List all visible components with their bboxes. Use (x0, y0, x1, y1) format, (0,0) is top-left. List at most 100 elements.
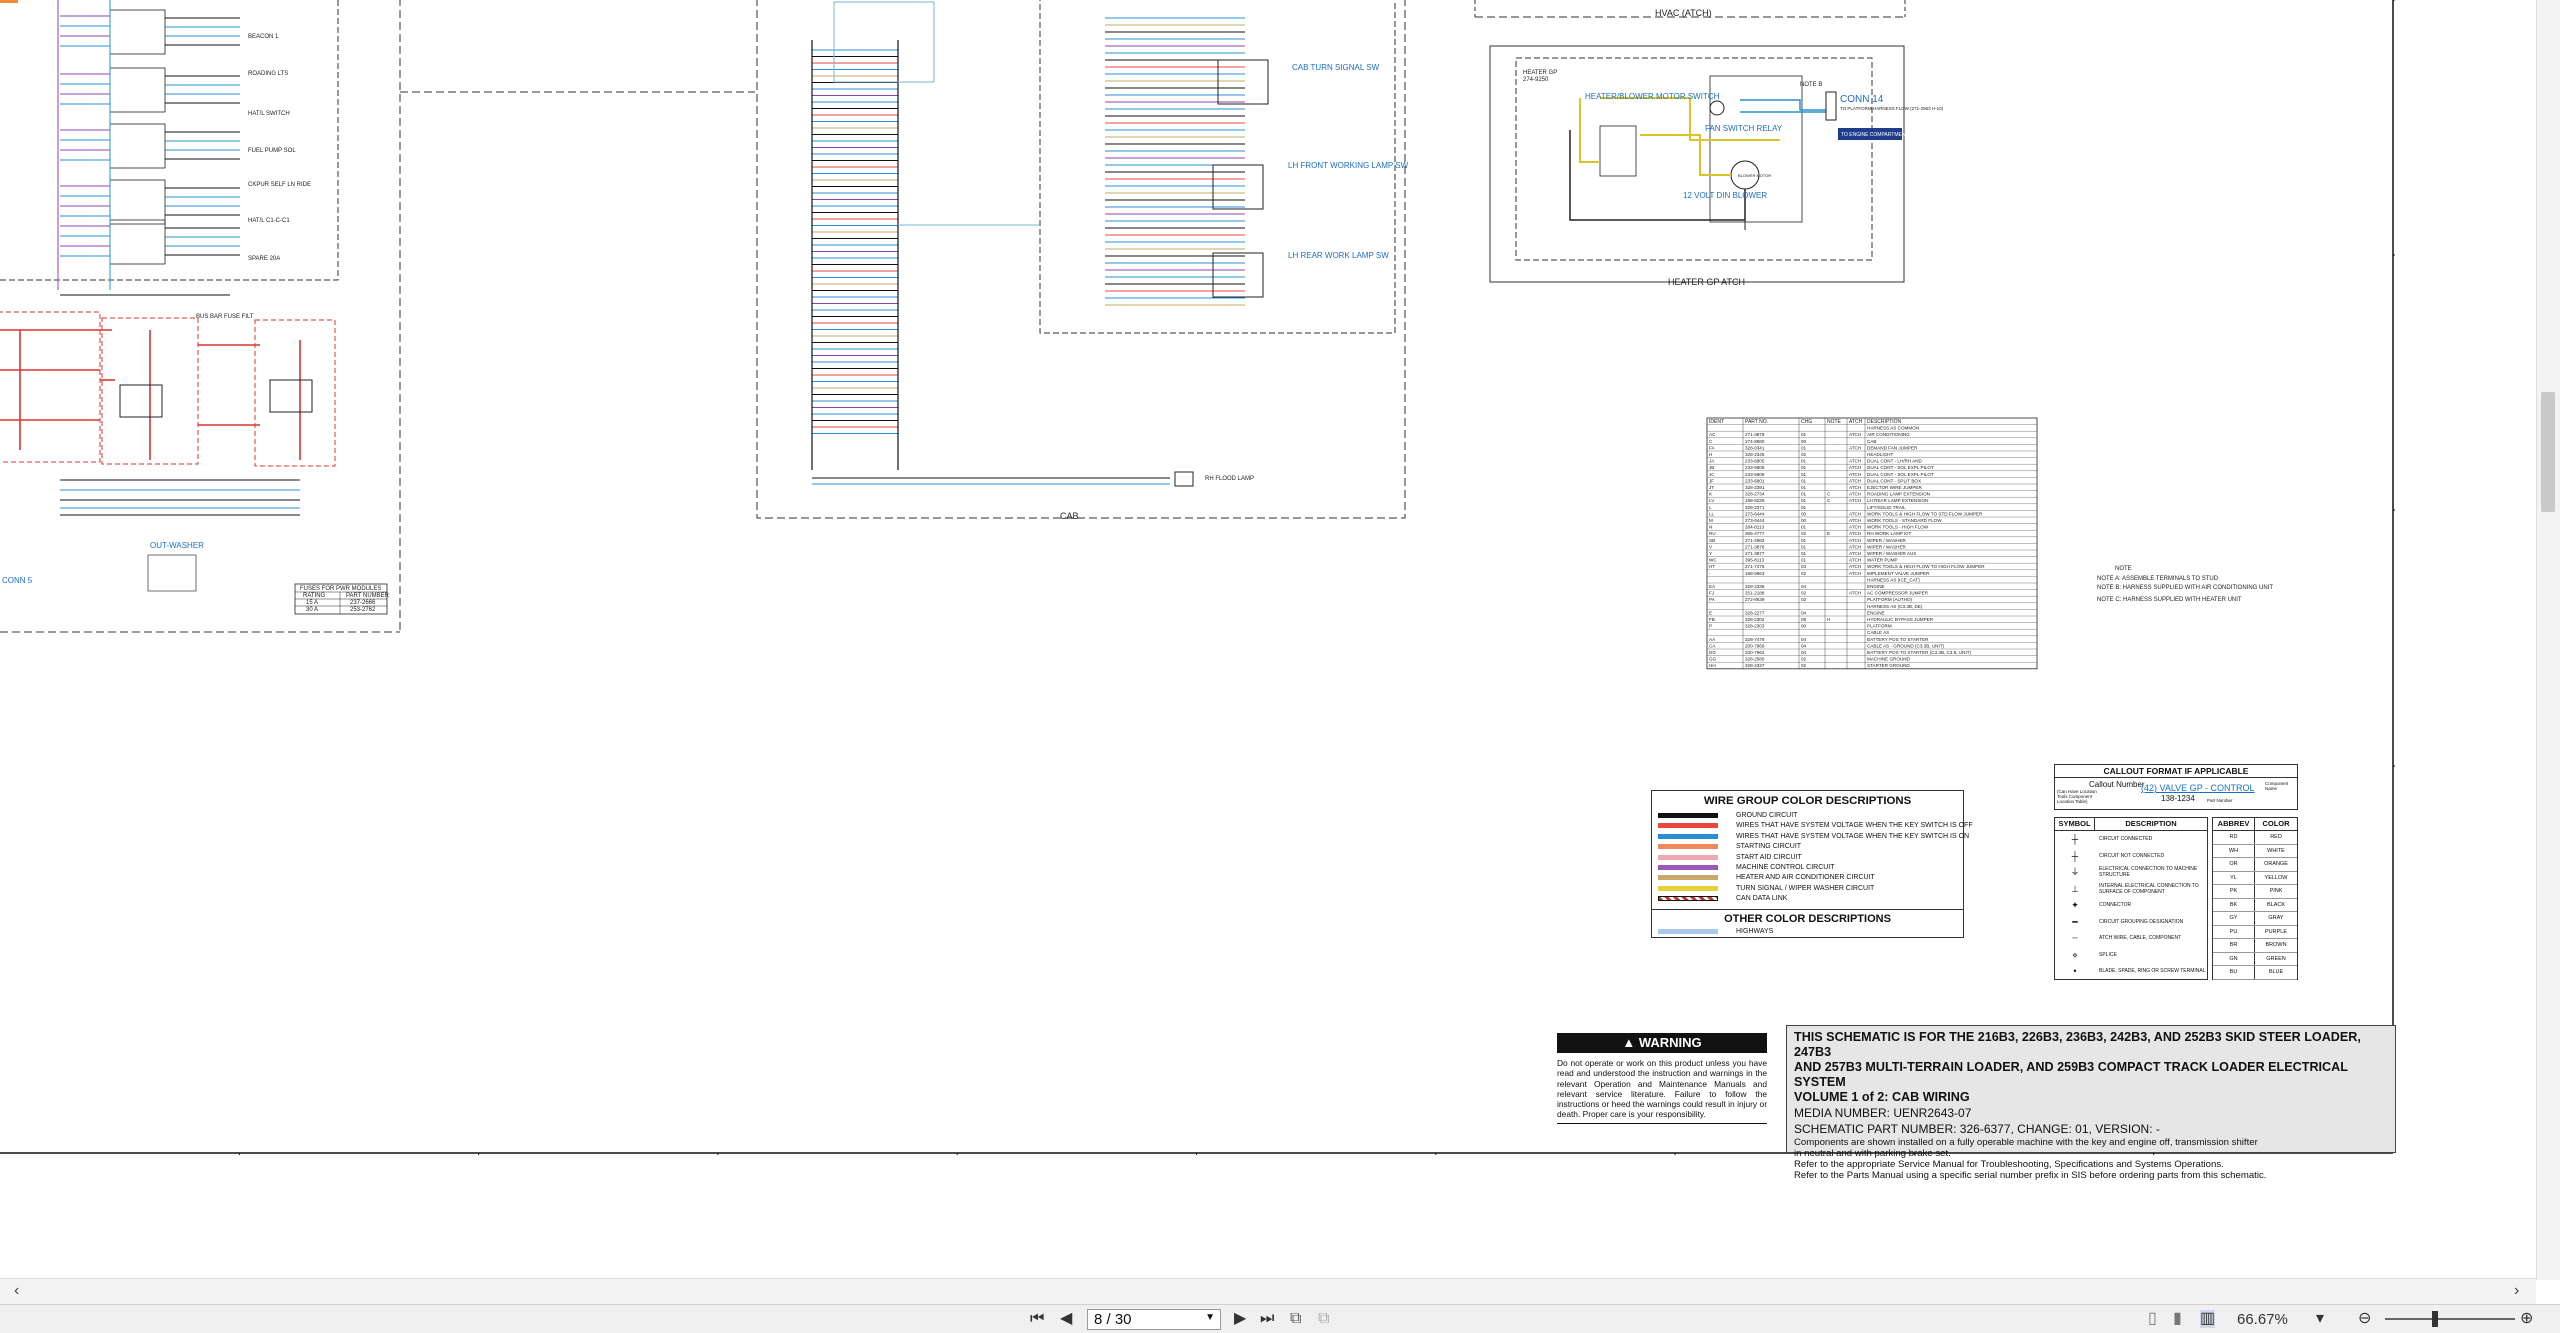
harness-cell: 328-2303 (1745, 624, 1765, 629)
abbrev-code: BK (2213, 898, 2255, 911)
symbol-glyph-icon: ⋄ (2072, 949, 2078, 960)
svg-text:FUEL PUMP SOL: FUEL PUMP SOL (248, 148, 296, 154)
harness-cell: 03 (1801, 564, 1807, 569)
svg-text:LH REAR WORK LAMP SW: LH REAR WORK LAMP SW (1288, 251, 1389, 260)
harness-cell: 01 (1801, 492, 1807, 497)
harness-cell: AC COMPRESSOR JUMPER (1867, 591, 1929, 596)
harness-cell: 01 (1801, 525, 1807, 530)
harness-cell: 04 (1801, 650, 1807, 655)
wire-color-text: HEATER AND AIR CONDITIONER CIRCUIT (1736, 874, 1875, 882)
abbrev-row: GY GRAY (2213, 912, 2297, 926)
single-page-icon[interactable]: ▯ (2148, 1310, 2157, 1328)
next-page-icon[interactable]: ▶ (1234, 1310, 1246, 1328)
abbrev-color: GREEN (2266, 955, 2286, 962)
symbol-glyph-icon: ✦ (2071, 900, 2079, 911)
harness-cell: 02 (1801, 663, 1807, 668)
harness-cell: 395-8113 (1745, 558, 1765, 563)
abbrev-code: PU (2213, 925, 2255, 938)
harness-cell: 272-8639 (1745, 597, 1765, 602)
zoom-dropdown-icon[interactable]: ▾ (2316, 1310, 2324, 1328)
harness-cell: DUAL CONT - SOL EXPL PILOT (1867, 465, 1934, 470)
abbrev-row: WH WHITE (2213, 844, 2297, 858)
scroll-right-icon[interactable]: › (2514, 1282, 2519, 1300)
schematic-part-number: SCHEMATIC PART NUMBER: 326-6377, CHANGE:… (1794, 1122, 2160, 1136)
svg-text:HAT/L C1-C-C1: HAT/L C1-C-C1 (248, 218, 290, 224)
harness-cell: 04 (1801, 610, 1807, 615)
symbol-row: ━ CIRCUIT GROUPING DESIGNATION (2055, 914, 2207, 931)
zoom-in-icon[interactable]: ⊕ (2520, 1310, 2533, 1328)
zoom-level[interactable]: 66.67% (2237, 1311, 2288, 1328)
symbol-row: ⊥ INTERNAL ELECTRICAL CONNECTION TO SURFA… (2055, 881, 2207, 898)
fuses-pwr-table: FUSES FOR PWR MODULES RATING PART NUMBER… (294, 583, 390, 615)
horizontal-scrollbar[interactable]: ‹ › (0, 1278, 2536, 1304)
harness-cell: WIPER / WASHER AUX (1867, 551, 1916, 556)
harness-cell: PLATFORM (AUTHO) (1867, 597, 1913, 602)
previous-page-icon[interactable]: ◀ (1060, 1310, 1072, 1328)
harness-cell: RH WORK LAMP KIT (1867, 531, 1912, 536)
harness-cell: SB (1709, 538, 1715, 543)
last-page-icon[interactable]: ⏭ (1260, 1310, 1274, 1328)
harness-cell: EA (1709, 584, 1716, 589)
wire-color-text: START AID CIRCUIT (1736, 853, 1802, 861)
harness-cell: 273-6444 (1745, 518, 1765, 523)
harness-cell: CAB (1867, 439, 1876, 444)
harness-cell: FB (1709, 617, 1715, 622)
media-number: MEDIA NUMBER: UENR2643-07 (1794, 1106, 1972, 1120)
harness-cell: 284-8113 (1745, 525, 1765, 530)
harness-cell: BATTERY POS TO STARTER (1867, 637, 1929, 642)
other-color-swatch (1658, 929, 1718, 934)
abbrev-color: YELLOW (2264, 874, 2288, 881)
harness-cell: STARTER GROUND (1867, 663, 1910, 668)
facing-pages-icon[interactable]: ▥ (2200, 1310, 2216, 1328)
wire-color-swatch (1658, 823, 1718, 829)
harness-cell: 01 (1801, 478, 1807, 483)
column-number: 5 (1311, 1153, 1319, 1155)
continuous-icon[interactable]: ▮ (2173, 1310, 2182, 1328)
harness-cell: H (1709, 452, 1712, 457)
harness-cell: ATCH (1849, 472, 1861, 477)
abbrev-code: YL (2213, 871, 2255, 884)
harness-cell: 271-2983 (1745, 538, 1765, 543)
svg-text:NOTE B: NOTE B (1800, 82, 1822, 88)
vertical-scroll-thumb[interactable] (2541, 392, 2555, 512)
harness-cell: 02 (1801, 571, 1807, 576)
harness-cell: 328-2302 (1745, 617, 1765, 622)
svg-text:30 A: 30 A (306, 607, 318, 613)
abbrev-color: WHITE (2267, 847, 2285, 854)
relay-box (109, 9, 166, 55)
left-relay-modules (57, 0, 240, 296)
fit-width-icon[interactable]: ⧉ (1318, 1310, 1329, 1328)
harness-cell: 328-2345 (1745, 452, 1765, 457)
harness-cell: 365-4777 (1745, 531, 1765, 536)
harness-cell: 233-6805 (1745, 459, 1765, 464)
relay-box (109, 179, 166, 225)
warning-icon: ▲ (1622, 1035, 1639, 1050)
symbol-description: ELECTRICAL CONNECTION TO MACHINE STRUCTU… (2099, 866, 2198, 879)
fit-page-icon[interactable]: ⧉ (1290, 1310, 1301, 1328)
zoom-slider-knob[interactable] (2432, 1311, 2438, 1327)
svg-text:BLOWER MOTOR: BLOWER MOTOR (1738, 173, 1771, 178)
abbrev-row: PK PINK (2213, 885, 2297, 899)
wire-color-swatch (1658, 813, 1718, 818)
harness-cell: L (1709, 505, 1712, 510)
abbrev-row: RD RED (2213, 831, 2297, 845)
harness-cell: ATCH (1849, 459, 1861, 464)
svg-text:15 A: 15 A (306, 600, 318, 606)
zoom-out-icon[interactable]: ⊖ (2358, 1310, 2371, 1328)
harness-cell: CABLE AS - GROUND (C3.3B, UNIT) (1867, 643, 1945, 648)
scroll-left-icon[interactable]: ‹ (14, 1282, 19, 1300)
harness-cell: 01 (1801, 459, 1807, 464)
harness-cell: DEMAND FAN JUMPER (1867, 445, 1918, 450)
abbrev-code: RD (2213, 831, 2255, 844)
page-dropdown-icon[interactable]: ▼ (1205, 1312, 1215, 1323)
svg-text:12 VOLT DIN BLOWER: 12 VOLT DIN BLOWER (1683, 191, 1767, 200)
zoom-slider[interactable] (2385, 1318, 2515, 1320)
column-number: 9 (354, 1153, 362, 1155)
vertical-scrollbar[interactable] (2536, 0, 2560, 1280)
harness-header-cell: IDENT (1709, 419, 1724, 425)
harness-cell: ATCH (1849, 498, 1861, 503)
first-page-icon[interactable]: ⏮ (1030, 1310, 1044, 1328)
page-number-input[interactable]: 8 / 30 ▼ (1087, 1309, 1221, 1330)
harness-cell: 328-2277 (1745, 610, 1765, 615)
harness-cell: Y (1709, 551, 1712, 556)
